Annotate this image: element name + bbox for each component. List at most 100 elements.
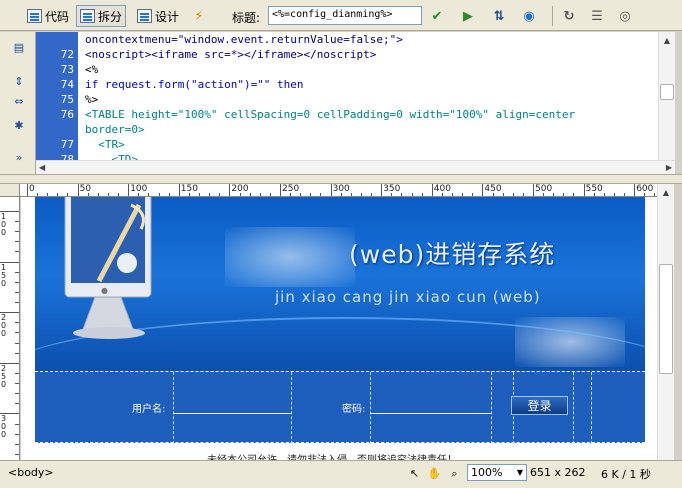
split-view-button[interactable]: 拆分 xyxy=(76,5,127,27)
design-view[interactable]: ● (web)进销存系统 jin xiao cang jin xiao cun … xyxy=(21,197,657,460)
banner-title: (web)进销存系统 xyxy=(349,240,556,269)
collapse-tag-icon[interactable]: ⇕ xyxy=(12,74,26,88)
code-view-label: 代码 xyxy=(45,9,70,24)
ruler-corner[interactable] xyxy=(0,184,20,197)
ruler-tick xyxy=(533,184,534,196)
design-vertical-scrollbar[interactable]: ▲ xyxy=(657,184,674,460)
code-editor[interactable]: 72 73 74 75 76 77 78 oncontextmenu="wind… xyxy=(36,32,658,160)
line-number: 74 xyxy=(60,78,74,91)
download-size-readout: 6 K / 1 秒 xyxy=(601,468,651,481)
line-number: 75 xyxy=(60,93,74,106)
zoom-tool-icon[interactable]: ⌕ xyxy=(448,467,461,480)
more-tools-icon[interactable]: » xyxy=(12,150,26,164)
ruler-label: 50 xyxy=(79,184,92,194)
table-cell-border xyxy=(491,372,492,444)
table-cell-border xyxy=(591,372,592,444)
ruler-tick xyxy=(229,184,231,196)
hand-tool-icon[interactable]: ✋ xyxy=(428,467,442,480)
refresh-icon[interactable]: ↻ xyxy=(560,7,578,25)
chevron-down-icon: ▼ xyxy=(516,468,523,477)
code-lines: oncontextmenu="window.event.returnValue=… xyxy=(85,32,658,160)
window-size-readout[interactable]: 651 x 262 xyxy=(530,466,586,479)
line-number xyxy=(36,32,78,47)
table-cell-border xyxy=(573,372,574,444)
expand-all-icon[interactable]: ⇔ xyxy=(12,94,26,108)
code-horizontal-scrollbar[interactable]: ◀ ▶ xyxy=(36,160,675,174)
table-cell-border xyxy=(291,372,292,444)
code-line: <TR> xyxy=(85,138,125,151)
monitor-illustration-icon: ● xyxy=(64,197,152,339)
ruler-minor-tick xyxy=(15,393,19,395)
document-toolbar: 代码 拆分 设计 ⚡ 标题: <%=config_dianming%> ✔ ▶ … xyxy=(0,0,682,31)
ruler-tick xyxy=(330,184,332,196)
ruler-minor-tick xyxy=(15,372,19,374)
password-field[interactable] xyxy=(370,398,491,414)
split-view-label: 拆分 xyxy=(98,9,123,24)
ruler-tick xyxy=(431,184,433,196)
line-number xyxy=(36,122,78,137)
scroll-thumb[interactable] xyxy=(659,264,673,374)
ruler-minor-tick xyxy=(15,453,19,455)
zoom-select[interactable]: 100% ▼ xyxy=(467,464,527,481)
line-number: 72 xyxy=(60,48,74,61)
validate-icon[interactable]: ✔ xyxy=(428,7,446,25)
ruler-minor-tick xyxy=(15,342,19,344)
title-label: 标题: xyxy=(232,11,261,25)
ruler-minor-tick xyxy=(15,241,19,243)
page-title-field[interactable]: <%=config_dianming%> xyxy=(268,6,422,25)
ruler-minor-tick xyxy=(15,383,19,385)
ruler-minor-tick xyxy=(15,251,19,253)
code-line: border=0> xyxy=(85,123,145,136)
scroll-up-arrow-icon[interactable]: ▲ xyxy=(659,32,675,49)
banner-glow xyxy=(225,227,355,287)
line-number-gutter: 72 73 74 75 76 77 78 xyxy=(36,32,78,160)
ruler-minor-tick xyxy=(15,443,19,445)
scroll-left-arrow-icon[interactable]: ◀ xyxy=(39,163,45,172)
preview-browser-icon[interactable]: ▶ xyxy=(459,7,477,25)
username-field[interactable] xyxy=(173,398,291,414)
view-options-icon[interactable]: ☰ xyxy=(588,7,606,25)
code-line: <% xyxy=(85,63,99,76)
scroll-thumb[interactable] xyxy=(660,84,674,100)
ruler-tick xyxy=(381,184,383,196)
ruler-tick xyxy=(178,184,180,196)
code-toolbar: ▤ ⇕ ⇔ ✱ » xyxy=(0,32,36,174)
horizontal-ruler: 0 50 100 150 200 250 300 350 400 450 500 550 600 xyxy=(20,184,662,197)
ruler-minor-tick xyxy=(15,423,19,425)
line-number: 77 xyxy=(60,138,74,151)
ruler-tick xyxy=(280,184,281,196)
ruler-label: 100 xyxy=(1,212,7,237)
code-vertical-scrollbar[interactable]: ▲ xyxy=(658,32,675,160)
ruler-minor-tick xyxy=(15,433,19,435)
status-bar: <body> ↖ ✋ ⌕ 100% ▼ 651 x 262 6 K / 1 秒 xyxy=(0,460,682,488)
code-line: <TABLE height="100%" cellSpacing=0 cellP… xyxy=(85,108,576,121)
live-view-icon[interactable]: ⚡ xyxy=(190,7,208,25)
ruler-tick xyxy=(634,184,636,196)
ruler-minor-tick xyxy=(15,302,19,304)
ruler-label: 300 xyxy=(1,414,7,440)
split-divider[interactable] xyxy=(0,174,682,184)
open-documents-icon[interactable]: ▤ xyxy=(12,40,26,54)
ruler-minor-tick xyxy=(15,271,19,273)
code-line: <TD> xyxy=(85,153,138,160)
ruler-label: 250 xyxy=(1,363,7,389)
scroll-right-arrow-icon[interactable]: ▶ xyxy=(666,163,672,172)
username-label: 用户名: xyxy=(132,404,166,415)
ruler-tick xyxy=(583,184,585,196)
ruler-tick xyxy=(27,184,28,196)
ruler-tick xyxy=(128,184,130,196)
code-view-button[interactable]: 代码 xyxy=(23,5,73,27)
banner-subtitle: jin xiao cang jin xiao cun (web) xyxy=(275,288,541,306)
file-management-icon[interactable]: ⇅ xyxy=(490,7,508,25)
login-button[interactable]: 登录 xyxy=(511,396,568,415)
scroll-up-arrow-icon[interactable]: ▲ xyxy=(658,184,674,201)
ruler-label: 150 xyxy=(1,262,7,288)
ruler-tick xyxy=(77,184,79,196)
tag-selector[interactable]: <body> xyxy=(8,466,54,479)
pointer-tool-icon[interactable]: ↖ xyxy=(408,467,421,480)
select-parent-tag-icon[interactable]: ✱ xyxy=(12,118,26,132)
design-view-button[interactable]: 设计 xyxy=(133,5,183,27)
browser-globe-icon[interactable]: ◉ xyxy=(520,7,538,25)
visual-aids-icon[interactable]: ◎ xyxy=(616,7,634,25)
ruler-minor-tick xyxy=(15,332,19,334)
